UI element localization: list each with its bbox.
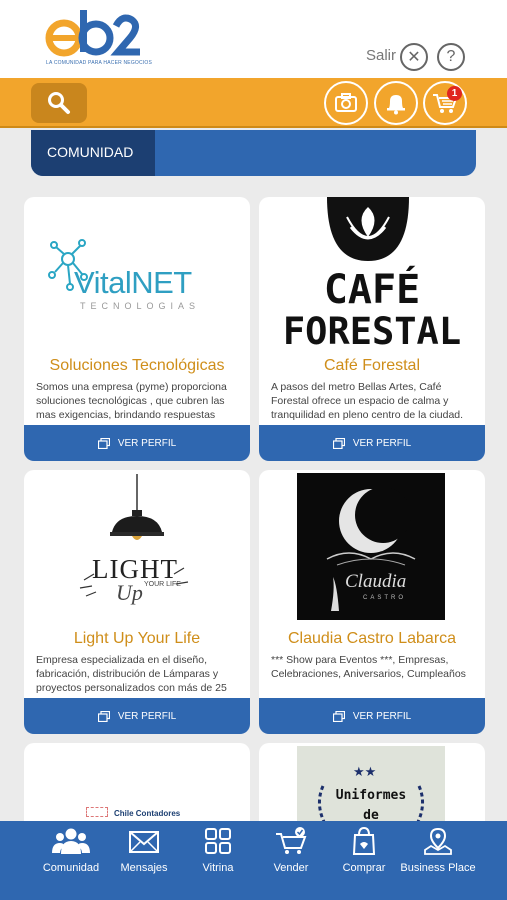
nav-label: Vitrina xyxy=(202,862,234,874)
card-title: Café Forestal xyxy=(323,357,421,374)
bell-icon xyxy=(387,95,405,115)
chile-contadores-logo-text: Chile Contadores xyxy=(114,809,181,818)
nav-item-comprar[interactable]: Comprar xyxy=(334,826,394,892)
card-description: A pasos del metro Bellas Artes, Café For… xyxy=(271,381,464,421)
nav-label: Business Place xyxy=(400,862,476,874)
claudia-logo-text: Claudia xyxy=(345,571,407,592)
nav-item-vender[interactable]: Vender xyxy=(261,826,321,892)
vitalnet-logo-text: VitalNET xyxy=(74,265,192,300)
copy-icon xyxy=(332,437,345,449)
view-profile-label: VER PERFIL xyxy=(352,710,412,722)
help-button[interactable]: ? xyxy=(437,43,465,71)
card-title: Claudia Castro Labarca xyxy=(287,630,457,647)
view-profile-label: VER PERFIL xyxy=(117,437,177,449)
logout-link[interactable]: Salir xyxy=(366,47,396,64)
cart-check-icon xyxy=(276,827,307,854)
view-profile-button[interactable]: VER PERFIL xyxy=(24,698,250,734)
svg-text:★★: ★★ xyxy=(353,765,376,780)
view-profile-button[interactable]: VER PERFIL xyxy=(259,425,485,461)
nav-item-vitrina[interactable]: Vitrina xyxy=(188,826,248,892)
vitalnet-logo-subtext: TECNOLOGIAS xyxy=(80,301,201,311)
cafe-logo-text: CAFÉ xyxy=(323,267,421,313)
nav-item-comunidad[interactable]: Comunidad xyxy=(36,826,106,892)
card-logo: LIGHT Up YOUR LIFE xyxy=(24,470,250,630)
search-icon xyxy=(48,92,70,114)
card-title: Soluciones Tecnológicas xyxy=(49,357,225,374)
light-logo-script: Up xyxy=(116,580,143,605)
cart-badge: 1 xyxy=(447,86,462,101)
card-logo: CAFÉ FORESTAL xyxy=(259,197,485,357)
shopping-bag-icon xyxy=(352,826,376,855)
business-card[interactable]: CAFÉ FORESTAL Café Forestal A pasos del … xyxy=(259,197,485,461)
camera-button[interactable] xyxy=(324,81,368,125)
view-profile-button[interactable]: VER PERFIL xyxy=(259,698,485,734)
tab-comunidad[interactable]: COMUNIDAD xyxy=(31,130,155,176)
card-description: *** Show para Eventos ***, Empresas, Cel… xyxy=(271,654,466,680)
view-profile-button[interactable]: VER PERFIL xyxy=(24,425,250,461)
view-profile-label: VER PERFIL xyxy=(352,437,412,449)
nav-label: Mensajes xyxy=(120,862,168,874)
cart-button[interactable] xyxy=(423,81,467,125)
card-description: Somos una empresa (pyme) proporciona sol… xyxy=(36,381,227,421)
camera-icon xyxy=(335,93,357,112)
business-card[interactable]: VitalNET TECNOLOGIAS Soluciones Tecnológ… xyxy=(24,197,250,461)
logo-tagline: LA COMUNIDAD PARA HACER NEGOCIOS xyxy=(46,60,153,66)
grid-icon xyxy=(205,828,231,854)
light-logo-subtext: YOUR LIFE xyxy=(144,581,181,588)
copy-icon xyxy=(97,710,110,722)
people-icon xyxy=(52,828,90,854)
map-pin-icon xyxy=(424,827,452,855)
copy-icon xyxy=(332,710,345,722)
envelope-icon xyxy=(129,831,159,853)
uniformes-logo-text: Uniformes xyxy=(335,788,407,803)
card-description: Empresa especializada en el diseño, fabr… xyxy=(36,654,227,694)
view-profile-label: VER PERFIL xyxy=(117,710,177,722)
eb2-logo: LA COMUNIDAD PARA HACER NEGOCIOS xyxy=(44,8,152,70)
card-logo: Claudia CASTRO xyxy=(259,470,485,630)
claudia-logo-subtext: CASTRO xyxy=(363,595,407,601)
nav-label: Vender xyxy=(273,862,309,874)
close-icon: ✕ xyxy=(407,49,421,66)
copy-icon xyxy=(97,437,110,449)
cafe-logo-subtext: FORESTAL xyxy=(282,310,462,353)
top-header: LA COMUNIDAD PARA HACER NEGOCIOS Salir ✕… xyxy=(0,0,507,78)
close-button[interactable]: ✕ xyxy=(400,43,428,71)
help-icon: ? xyxy=(446,48,456,65)
nav-label: Comprar xyxy=(342,862,386,874)
logo-graphic xyxy=(45,10,140,57)
notifications-button[interactable] xyxy=(374,81,418,125)
claudia-logo-bg: Claudia CASTRO xyxy=(297,473,445,620)
business-card[interactable]: Claudia CASTRO Claudia Castro Labarca **… xyxy=(259,470,485,734)
search-button[interactable] xyxy=(31,83,87,123)
card-logo: VitalNET TECNOLOGIAS xyxy=(24,197,250,357)
business-card[interactable]: LIGHT Up YOUR LIFE Light Up Your Life Em… xyxy=(24,470,250,734)
nav-label: Comunidad xyxy=(42,862,100,874)
chile-contadores-mark xyxy=(86,807,108,817)
card-title: Light Up Your Life xyxy=(73,630,201,647)
lamp-icon xyxy=(79,474,189,597)
nav-item-business-place[interactable]: Business Place xyxy=(395,826,481,892)
nav-item-mensajes[interactable]: Mensajes xyxy=(114,826,174,892)
